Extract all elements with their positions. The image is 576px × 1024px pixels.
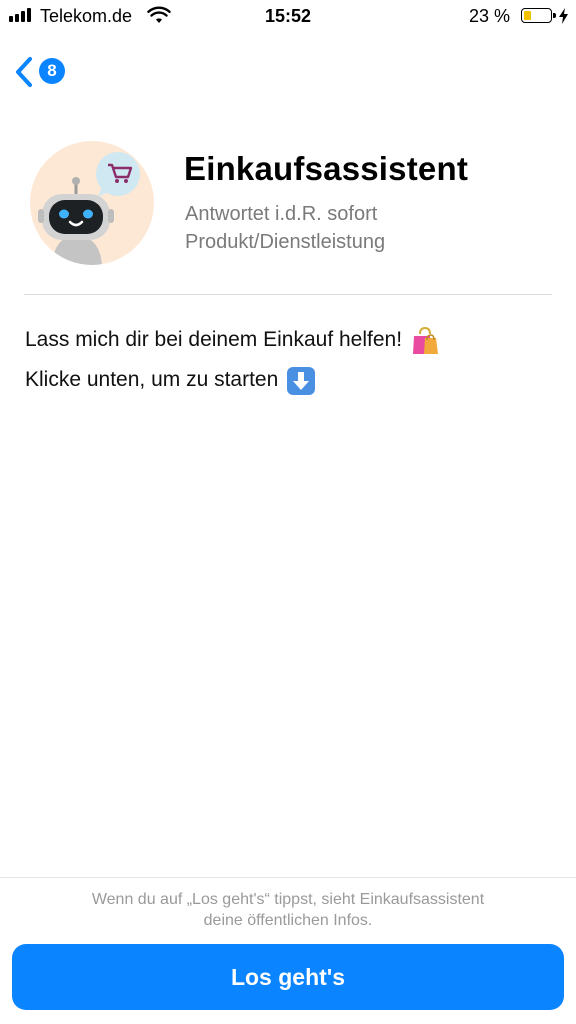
unread-count-badge: 8 (39, 58, 65, 84)
category-label: Produkt/Dienstleistung (185, 231, 386, 253)
divider (24, 294, 552, 295)
get-started-button[interactable]: Los geht's (12, 944, 564, 1010)
welcome-message-line: Klicke unten, um zu starten (25, 366, 316, 395)
chevron-left-icon (14, 56, 34, 93)
footer-divider (0, 877, 576, 878)
disclaimer-line: deine öffentlichen Infos. (203, 912, 373, 929)
down-arrow-icon (286, 366, 316, 395)
robot-with-cart-icon (38, 152, 140, 265)
disclaimer-line: Wenn du auf „Los geht's“ tippst, sieht E… (91, 891, 485, 908)
message-text: Lass mich dir bei deinem Einkauf helfen! (25, 328, 403, 351)
battery-icon (521, 8, 556, 23)
welcome-message-line: Lass mich dir bei deinem Einkauf helfen! (25, 326, 439, 354)
response-time: Antwortet i.d.R. sofort (185, 203, 378, 225)
back-button[interactable]: 8 (14, 54, 74, 90)
page-title: Einkaufsassistent (184, 150, 469, 187)
message-text: Klicke unten, um zu starten (25, 368, 279, 391)
privacy-disclaimer: Wenn du auf „Los geht's“ tippst, sieht E… (40, 889, 536, 931)
shopping-bags-icon (410, 326, 439, 354)
avatar (30, 141, 154, 265)
charging-bolt-icon (559, 8, 568, 27)
status-bar: Telekom.de 15:52 23 % (0, 0, 576, 34)
battery-percent: 23 % (468, 6, 510, 26)
